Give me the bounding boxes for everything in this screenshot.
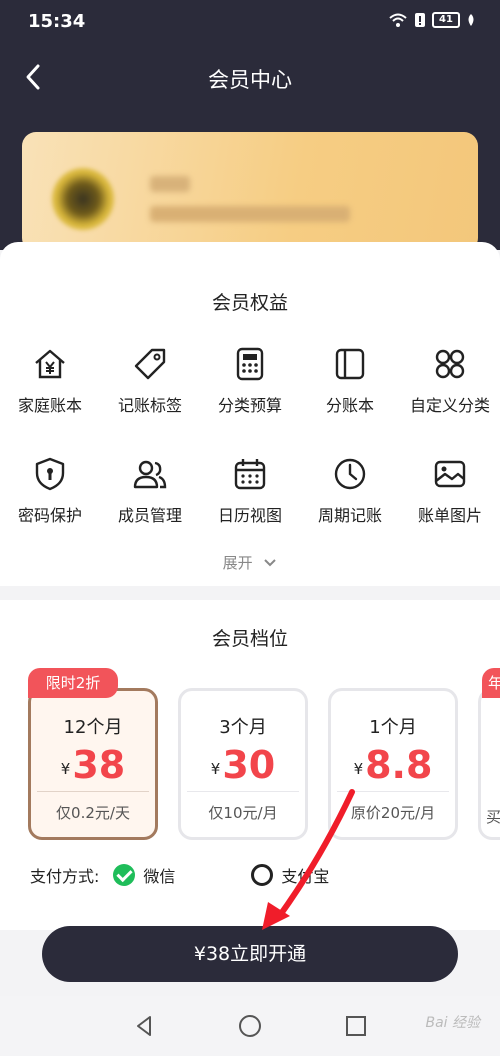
image-icon bbox=[434, 460, 466, 488]
status-time: 15:34 bbox=[28, 11, 86, 32]
benefit-label: 记账标签 bbox=[117, 396, 182, 415]
plan-note: 仅10元/月 bbox=[187, 791, 299, 823]
plan-duration: 3个月 bbox=[219, 717, 267, 738]
benefit-label: 账单图片 bbox=[417, 506, 482, 525]
calculator-icon bbox=[236, 347, 264, 381]
plans-title: 会员档位 bbox=[211, 628, 288, 650]
recents-square-icon[interactable] bbox=[342, 1012, 370, 1040]
benefit-label: 成员管理 bbox=[117, 506, 182, 525]
calendar-icon bbox=[234, 459, 266, 490]
subscribe-button[interactable]: ¥38立即开通 bbox=[42, 926, 458, 982]
benefit-members[interactable]: 成员管理 bbox=[100, 456, 200, 526]
benefit-label: 分类预算 bbox=[217, 396, 282, 415]
expand-label: 展开 bbox=[222, 554, 253, 572]
plan-3-months[interactable]: 3个月 ¥30 仅10元/月 bbox=[178, 688, 308, 840]
plan-price: ¥38 bbox=[31, 743, 155, 787]
home-yen-icon bbox=[35, 349, 65, 379]
plan-price: ¥8.8 bbox=[331, 743, 455, 787]
clock-icon bbox=[334, 458, 366, 490]
plan-note: 仅0.2元/天 bbox=[37, 791, 149, 823]
radio-empty-icon bbox=[251, 864, 274, 886]
users-icon bbox=[133, 460, 167, 489]
partial-badge: 年 bbox=[482, 668, 500, 698]
expand-button[interactable]: 展开 bbox=[0, 552, 500, 573]
plan-12-months[interactable]: 12个月 ¥38 仅0.2元/天 bbox=[28, 688, 158, 840]
tag-icon bbox=[134, 348, 166, 380]
benefit-family-book[interactable]: 家庭账本 bbox=[0, 346, 100, 416]
blurred-member-info bbox=[150, 206, 350, 222]
plan-amount: 8.8 bbox=[365, 743, 433, 787]
benefits-title: 会员权益 bbox=[211, 292, 288, 314]
plan-duration: 12个月 bbox=[63, 717, 123, 738]
avatar bbox=[52, 168, 114, 230]
home-circle-icon[interactable] bbox=[236, 1012, 264, 1040]
chevron-down-icon bbox=[264, 559, 277, 567]
blurred-username bbox=[150, 176, 190, 192]
benefit-calendar[interactable]: 日历视图 bbox=[200, 456, 300, 526]
benefit-label: 自定义分类 bbox=[409, 396, 490, 415]
benefit-label: 日历视图 bbox=[217, 506, 282, 525]
payment-option-label: 支付宝 bbox=[281, 867, 330, 886]
plan-price: ¥30 bbox=[181, 743, 305, 787]
benefit-label: 分账本 bbox=[325, 396, 374, 415]
benefit-bill-image[interactable]: 账单图片 bbox=[400, 456, 500, 526]
payment-methods: 支付方式: 微信 支付宝 bbox=[30, 862, 329, 888]
status-bar: 15:34 41 bbox=[0, 0, 500, 44]
plan-amount: 30 bbox=[222, 743, 276, 787]
grid-four-icon bbox=[435, 349, 465, 379]
benefit-budget[interactable]: 分类预算 bbox=[200, 346, 300, 416]
benefit-recurring[interactable]: 周期记账 bbox=[300, 456, 400, 526]
currency-symbol: ¥ bbox=[210, 760, 221, 778]
shield-lock-icon bbox=[35, 457, 65, 491]
back-triangle-icon[interactable] bbox=[130, 1012, 158, 1040]
member-card[interactable] bbox=[22, 132, 478, 252]
check-circle-icon bbox=[113, 864, 136, 886]
payment-option-label: 微信 bbox=[143, 867, 176, 886]
watermark: Bai 经验 bbox=[425, 1015, 480, 1031]
book-icon bbox=[335, 348, 365, 380]
plan-amount: 38 bbox=[72, 743, 126, 787]
leaf-icon bbox=[468, 14, 474, 26]
benefit-custom-category[interactable]: 自定义分类 bbox=[400, 346, 500, 416]
benefit-label: 周期记账 bbox=[317, 506, 382, 525]
benefit-tags[interactable]: 记账标签 bbox=[100, 346, 200, 416]
wifi-icon bbox=[389, 13, 407, 27]
plan-note: 原价20元/月 bbox=[337, 791, 449, 823]
plan-duration: 1个月 bbox=[369, 717, 417, 738]
benefit-label: 家庭账本 bbox=[17, 396, 82, 415]
discount-badge: 限时2折 bbox=[28, 668, 118, 698]
currency-symbol: ¥ bbox=[353, 760, 364, 778]
payment-alipay[interactable]: 支付宝 bbox=[251, 863, 329, 887]
currency-symbol: ¥ bbox=[60, 760, 71, 778]
benefits-section: 会员权益 家庭账本 记账标签 分类预算 分账本 自定义分类 密码保护 成员管理 … bbox=[0, 242, 500, 586]
alert-icon bbox=[415, 13, 425, 27]
benefit-password[interactable]: 密码保护 bbox=[0, 456, 100, 526]
battery-icon: 41 bbox=[432, 12, 460, 28]
plan-1-month[interactable]: 1个月 ¥8.8 原价20元/月 bbox=[328, 688, 458, 840]
page-title: 会员中心 bbox=[208, 68, 292, 92]
payment-label: 支付方式: bbox=[30, 867, 100, 886]
nav-bar: 会员中心 bbox=[0, 50, 500, 106]
benefit-label: 密码保护 bbox=[17, 506, 82, 525]
payment-wechat[interactable]: 微信 bbox=[113, 863, 175, 887]
status-icons: 41 bbox=[388, 12, 476, 28]
benefit-sub-book[interactable]: 分账本 bbox=[300, 346, 400, 416]
partial-plan-note: 买 bbox=[486, 808, 500, 826]
